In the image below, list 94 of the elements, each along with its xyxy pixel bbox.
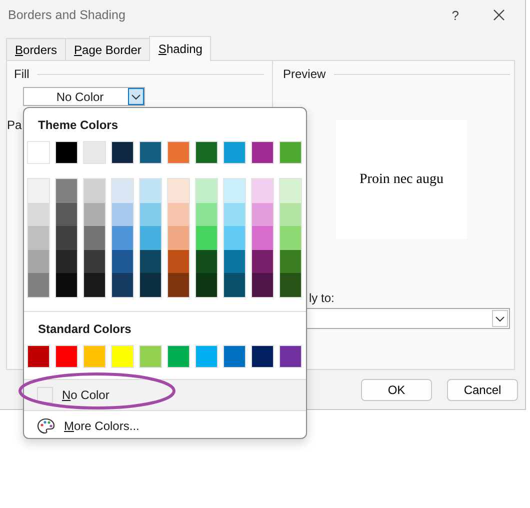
chevron-icon xyxy=(492,310,508,327)
color-swatch[interactable] xyxy=(167,141,190,164)
color-swatch[interactable] xyxy=(56,250,77,274)
menu-item[interactable]: No Color xyxy=(24,380,306,410)
color-swatch[interactable] xyxy=(112,273,133,297)
chevron-icon xyxy=(128,88,144,105)
color-swatch[interactable] xyxy=(252,179,273,203)
color-swatch[interactable] xyxy=(83,141,106,164)
color-swatch[interactable] xyxy=(252,226,273,250)
color-swatch[interactable] xyxy=(28,250,49,274)
color-swatch[interactable] xyxy=(55,344,78,368)
palette-icon xyxy=(37,418,55,434)
color-swatch[interactable] xyxy=(112,202,133,226)
color-swatch[interactable] xyxy=(196,202,217,226)
color-swatch[interactable] xyxy=(168,273,189,297)
color-swatch[interactable] xyxy=(112,226,133,250)
color-swatch[interactable] xyxy=(84,250,105,274)
color-swatch[interactable] xyxy=(223,141,246,164)
color-swatch[interactable] xyxy=(140,179,161,203)
group-label: Preview xyxy=(283,67,326,81)
field-label: ly to: xyxy=(309,291,334,305)
color-swatch[interactable] xyxy=(28,202,49,226)
color-swatch[interactable] xyxy=(56,179,77,203)
menu-item-label: More Colors... xyxy=(64,418,140,433)
color-swatch[interactable] xyxy=(28,226,49,250)
color-swatch[interactable] xyxy=(140,273,161,297)
menu-item[interactable]: More Colors... xyxy=(24,410,306,441)
color-swatch[interactable] xyxy=(224,226,245,250)
color-swatch[interactable] xyxy=(112,179,133,203)
color-swatch[interactable] xyxy=(224,250,245,274)
color-swatch[interactable] xyxy=(56,202,77,226)
color-swatch[interactable] xyxy=(280,273,301,297)
color-swatch[interactable] xyxy=(84,273,105,297)
color-swatch[interactable] xyxy=(140,226,161,250)
menu-item-label: No Color xyxy=(62,388,110,402)
color-swatch[interactable] xyxy=(168,202,189,226)
color-swatch[interactable] xyxy=(252,202,273,226)
preview-text: Proin nec augu xyxy=(360,172,444,188)
color-swatch[interactable] xyxy=(252,273,273,297)
color-swatch[interactable] xyxy=(224,273,245,297)
color-swatch[interactable] xyxy=(279,141,302,164)
tab[interactable]: Shading xyxy=(149,36,212,61)
color-swatch[interactable] xyxy=(168,226,189,250)
section-heading: Standard Colors xyxy=(38,320,132,337)
color-swatch[interactable] xyxy=(280,202,301,226)
close-icon[interactable] xyxy=(493,9,505,21)
color-swatch[interactable] xyxy=(84,202,105,226)
color-swatch[interactable] xyxy=(195,344,218,368)
color-swatch[interactable] xyxy=(140,250,161,274)
color-swatch[interactable] xyxy=(112,250,133,274)
color-swatch[interactable] xyxy=(83,344,106,368)
color-swatch[interactable] xyxy=(167,344,190,368)
color-swatch[interactable] xyxy=(84,179,105,203)
color-swatch[interactable] xyxy=(168,250,189,274)
group-label: Fill xyxy=(14,67,30,81)
field-label: Pa xyxy=(7,118,22,132)
color-swatch[interactable] xyxy=(196,179,217,203)
color-swatch[interactable] xyxy=(251,344,274,368)
color-swatch[interactable] xyxy=(196,250,217,274)
color-swatch[interactable] xyxy=(251,141,274,164)
color-swatch[interactable] xyxy=(56,273,77,297)
help-button[interactable]: ? xyxy=(452,8,459,22)
color-swatch[interactable] xyxy=(28,273,49,297)
color-swatch[interactable] xyxy=(56,226,77,250)
dialog-button[interactable]: OK xyxy=(361,379,432,401)
empty-swatch-icon xyxy=(37,386,53,403)
color-swatch[interactable] xyxy=(280,179,301,203)
color-swatch[interactable] xyxy=(280,250,301,274)
window-title: Borders and Shading xyxy=(8,8,126,22)
color-swatch[interactable] xyxy=(28,179,49,203)
color-swatch[interactable] xyxy=(279,344,302,368)
color-swatch[interactable] xyxy=(140,202,161,226)
color-swatch[interactable] xyxy=(196,226,217,250)
color-swatch[interactable] xyxy=(27,141,50,164)
color-swatch[interactable] xyxy=(224,202,245,226)
color-swatch[interactable] xyxy=(223,344,246,368)
color-swatch[interactable] xyxy=(168,179,189,203)
color-swatch[interactable] xyxy=(111,344,134,368)
color-swatch[interactable] xyxy=(111,141,134,164)
tab[interactable]: Borders xyxy=(6,38,66,60)
color-swatch[interactable] xyxy=(196,273,217,297)
section-heading: Theme Colors xyxy=(38,117,120,133)
color-swatch[interactable] xyxy=(139,344,162,368)
tab[interactable]: Page Border xyxy=(65,38,150,60)
color-swatch[interactable] xyxy=(55,141,78,164)
color-swatch[interactable] xyxy=(84,226,105,250)
color-swatch[interactable] xyxy=(280,226,301,250)
color-swatch[interactable] xyxy=(139,141,162,164)
color-swatch[interactable] xyxy=(252,250,273,274)
fill-dropdown[interactable]: No Color xyxy=(23,87,145,106)
dialog-button[interactable]: Cancel xyxy=(447,379,518,401)
color-swatch[interactable] xyxy=(195,141,218,164)
color-swatch[interactable] xyxy=(27,344,50,368)
color-swatch[interactable] xyxy=(224,179,245,203)
